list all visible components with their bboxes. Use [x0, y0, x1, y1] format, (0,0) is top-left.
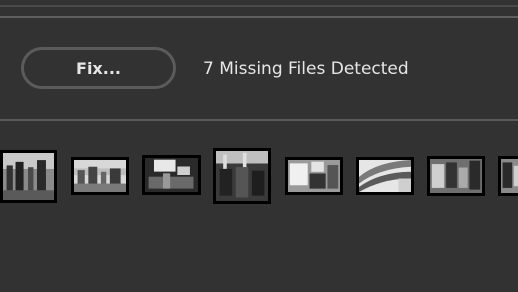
fix-button[interactable]: Fix... [21, 47, 176, 89]
top-rule [0, 5, 518, 7]
header-divider [0, 16, 518, 18]
thumbnail-8[interactable] [498, 156, 518, 196]
import-panel: Fix... 7 Missing Files Detected [0, 0, 518, 292]
thumbnail-1[interactable] [0, 150, 57, 203]
section-divider [0, 119, 518, 121]
thumbnail-7[interactable] [427, 156, 485, 196]
thumbnail-2[interactable] [71, 157, 129, 195]
thumbnail-5[interactable] [285, 157, 343, 195]
thumbnail-6[interactable] [356, 157, 414, 195]
missing-files-status: 7 Missing Files Detected [203, 59, 409, 79]
thumbnail-4[interactable] [213, 148, 271, 204]
thumbnail-3[interactable] [142, 155, 201, 195]
